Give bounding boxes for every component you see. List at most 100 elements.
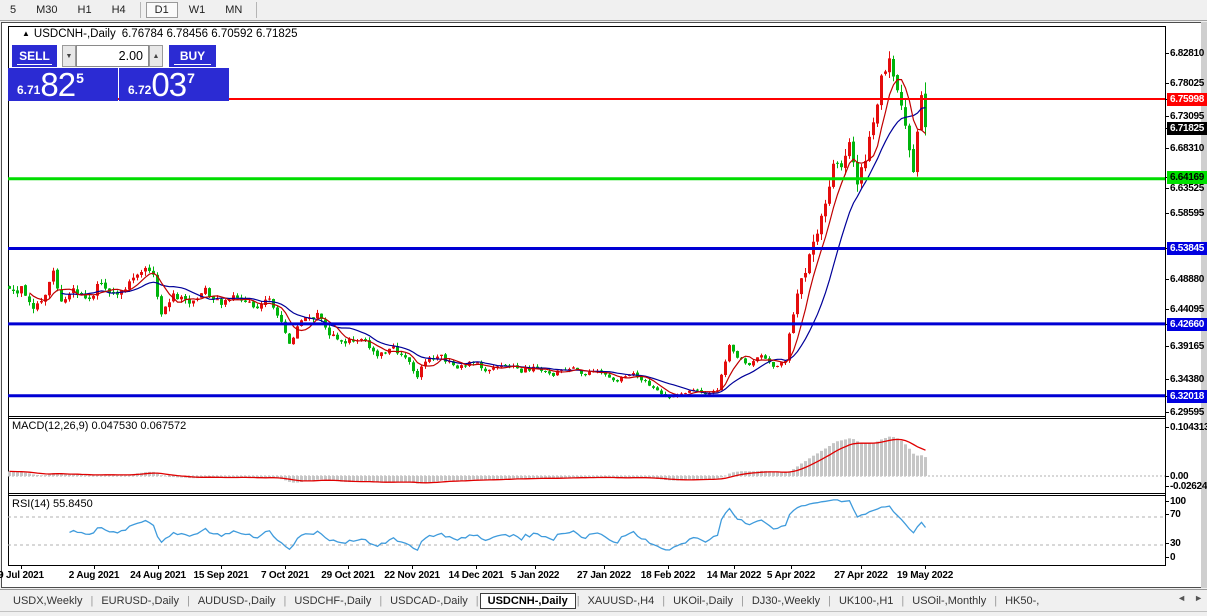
candle[interactable] xyxy=(644,380,647,382)
candle[interactable] xyxy=(176,294,179,300)
candle[interactable] xyxy=(544,370,547,372)
candle[interactable] xyxy=(280,314,283,322)
candle[interactable] xyxy=(56,269,59,289)
candle[interactable] xyxy=(572,367,575,369)
candle[interactable] xyxy=(52,270,55,282)
candle[interactable] xyxy=(16,290,19,294)
candle[interactable] xyxy=(256,306,259,309)
candle[interactable] xyxy=(648,380,651,386)
candle[interactable] xyxy=(840,163,843,168)
candle[interactable] xyxy=(92,296,95,299)
candle[interactable] xyxy=(896,75,899,91)
candle[interactable] xyxy=(876,104,879,124)
buy-price-box[interactable]: 6.72 03 7 xyxy=(119,68,229,101)
candle[interactable] xyxy=(520,368,523,373)
volume-decrease-button[interactable]: ▼ xyxy=(62,45,76,67)
candle[interactable] xyxy=(796,293,799,315)
candle[interactable] xyxy=(244,300,247,302)
candle[interactable] xyxy=(20,286,23,294)
candle[interactable] xyxy=(548,371,551,374)
candle[interactable] xyxy=(236,295,239,298)
candle[interactable] xyxy=(752,361,755,366)
candle[interactable] xyxy=(260,304,263,309)
tab-scroll-left-icon[interactable]: ◄ xyxy=(1177,593,1186,603)
candle[interactable] xyxy=(104,282,107,289)
candle[interactable] xyxy=(696,389,699,391)
candle[interactable] xyxy=(732,344,735,352)
candle[interactable] xyxy=(656,387,659,391)
candle[interactable] xyxy=(584,373,587,376)
candle[interactable] xyxy=(608,374,611,378)
candle[interactable] xyxy=(160,296,163,315)
candle[interactable] xyxy=(908,125,911,151)
candle[interactable] xyxy=(192,300,195,304)
candle[interactable] xyxy=(684,393,687,395)
collapse-arrow-icon[interactable]: ▲ xyxy=(22,29,30,38)
candle[interactable] xyxy=(60,289,63,302)
candle[interactable] xyxy=(408,357,411,362)
candle[interactable] xyxy=(484,368,487,372)
candle[interactable] xyxy=(492,367,495,370)
candle[interactable] xyxy=(220,299,223,305)
candle[interactable] xyxy=(624,376,627,378)
candle[interactable] xyxy=(764,355,767,359)
candle[interactable] xyxy=(640,376,643,381)
candle[interactable] xyxy=(288,333,291,344)
candle[interactable] xyxy=(384,352,387,354)
candle[interactable] xyxy=(64,299,67,303)
volume-increase-button[interactable]: ▲ xyxy=(149,45,163,67)
candle[interactable] xyxy=(224,300,227,305)
candle[interactable] xyxy=(824,203,827,217)
candle[interactable] xyxy=(88,297,91,299)
candle[interactable] xyxy=(376,350,379,357)
candle[interactable] xyxy=(184,296,187,300)
candle[interactable] xyxy=(344,341,347,344)
candle[interactable] xyxy=(316,312,319,319)
candle[interactable] xyxy=(332,334,335,337)
candle[interactable] xyxy=(744,358,747,364)
candle[interactable] xyxy=(728,345,731,362)
macd-pane[interactable] xyxy=(8,436,1165,484)
candle[interactable] xyxy=(168,302,171,308)
candle[interactable] xyxy=(208,288,211,297)
candle[interactable] xyxy=(340,340,343,342)
candle[interactable] xyxy=(420,366,423,378)
candle[interactable] xyxy=(476,362,479,364)
candle[interactable] xyxy=(268,298,271,300)
candle[interactable] xyxy=(776,365,779,367)
candle[interactable] xyxy=(844,155,847,168)
buy-button[interactable]: BUY xyxy=(169,45,216,67)
candle[interactable] xyxy=(912,149,915,173)
rsi-pane[interactable] xyxy=(8,499,1165,552)
sell-price-box[interactable]: 6.71 82 5 xyxy=(8,68,118,101)
candle[interactable] xyxy=(180,296,183,300)
candle[interactable] xyxy=(892,59,895,77)
candle[interactable] xyxy=(920,95,923,131)
candle[interactable] xyxy=(404,355,407,358)
candle[interactable] xyxy=(836,162,839,164)
candle[interactable] xyxy=(372,347,375,352)
candle[interactable] xyxy=(760,355,763,358)
candle[interactable] xyxy=(8,286,11,289)
candle[interactable] xyxy=(612,377,615,381)
sell-button[interactable]: SELL xyxy=(12,45,57,67)
candle[interactable] xyxy=(136,274,139,278)
candle[interactable] xyxy=(412,362,415,372)
candle[interactable] xyxy=(652,386,655,388)
candle[interactable] xyxy=(328,327,331,336)
candle[interactable] xyxy=(552,372,555,376)
candle[interactable] xyxy=(748,362,751,366)
candle[interactable] xyxy=(888,58,891,73)
candle[interactable] xyxy=(276,307,279,316)
candle[interactable] xyxy=(216,299,219,301)
candle[interactable] xyxy=(32,303,35,309)
candle[interactable] xyxy=(884,71,887,74)
candle[interactable] xyxy=(440,354,443,356)
candle[interactable] xyxy=(488,369,491,372)
candle[interactable] xyxy=(204,287,207,294)
candle[interactable] xyxy=(100,282,103,284)
candle[interactable] xyxy=(688,390,691,393)
candle[interactable] xyxy=(400,353,403,355)
candle[interactable] xyxy=(804,272,807,278)
volume-input[interactable]: 2.00 xyxy=(76,45,149,67)
